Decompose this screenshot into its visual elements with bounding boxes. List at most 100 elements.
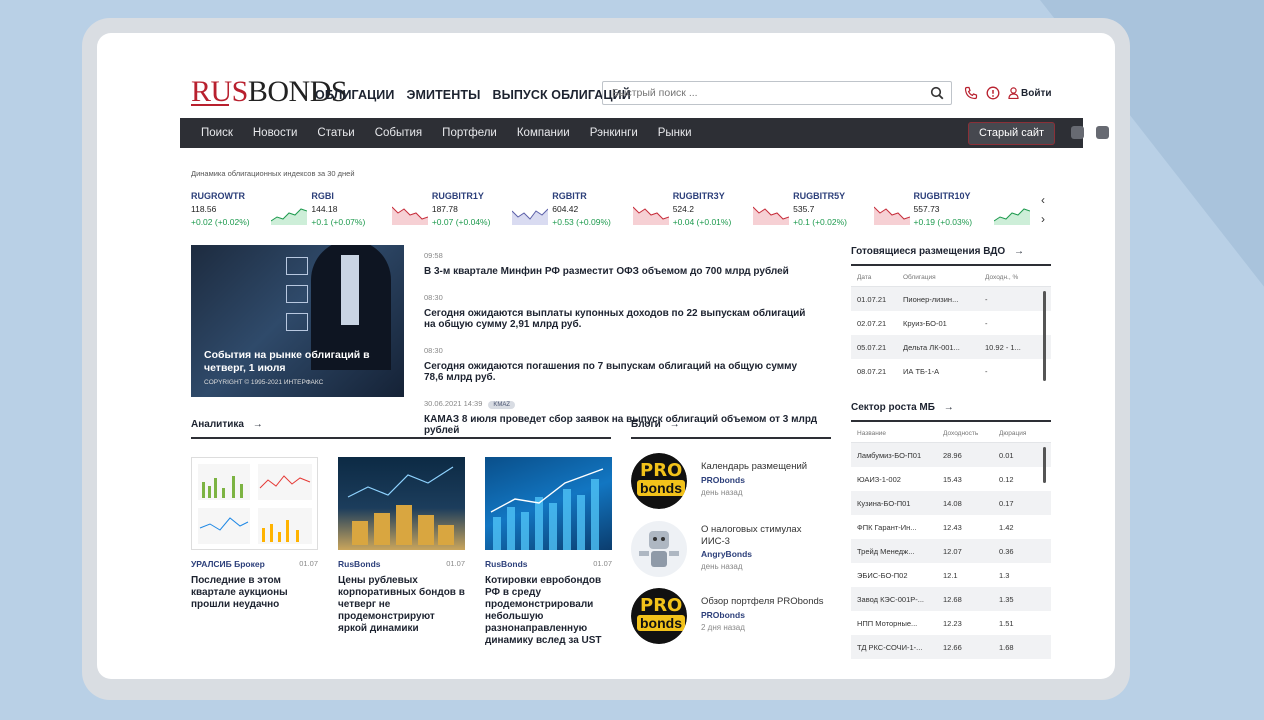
analytics-card[interactable]: RusBonds 01.07 Котировки евробондов РФ в … (485, 457, 612, 647)
news-time: 08:30 (424, 345, 443, 355)
menu-markets[interactable]: Рынки (658, 127, 692, 139)
news-headline[interactable]: Сегодня ожидаются выплаты купонных доход… (424, 308, 819, 331)
header-icons: Войти (964, 86, 1052, 100)
ticker-item[interactable]: RGBI 144.18 +0.1 (+0.07%) (311, 191, 431, 227)
ticker-item[interactable]: RUGBITR3Y 524.2 +0.04 (+0.01%) (673, 191, 793, 227)
card-title[interactable]: Котировки евробондов РФ в среду продемон… (485, 575, 612, 647)
login-button[interactable]: Войти (1008, 87, 1052, 99)
menu-articles[interactable]: Статьи (317, 127, 354, 139)
table-row[interactable]: ФПК Гарант-Ин... 12.43 1.42 (851, 515, 1051, 539)
issuer-badge[interactable]: KMAZ (488, 400, 516, 409)
blog-author[interactable]: AngryBonds (701, 549, 826, 559)
table-cell: Завод КЭС-001Р-... (857, 594, 925, 604)
market-bars-graphic (490, 468, 604, 550)
mb-table: Название Доходность Дюрация Ламбумиз-БО-… (851, 425, 1051, 659)
blog-item[interactable]: PRO bonds Обзор портфеля PRObonds PRObond… (631, 588, 831, 646)
browser-screen: RUSBONDS ОБЛИГАЦИИ ЭМИТЕНТЫ ВЫПУСК ОБЛИГ… (97, 33, 1115, 679)
blog-title[interactable]: О налоговых стимулах ИИС-3 (701, 524, 826, 547)
analytics-card[interactable]: RusBonds 01.07 Цены рублевых корпоративны… (338, 457, 465, 635)
news-time: 08:30 (424, 292, 443, 302)
phone-icon[interactable] (964, 86, 978, 100)
table-header: Дата Облигация Доходн., % (851, 269, 1051, 287)
blog-author[interactable]: PRObonds (701, 475, 826, 485)
facebook-icon[interactable] (1071, 126, 1084, 139)
vdo-heading[interactable]: Готовящиеся размещения ВДО → (851, 246, 1024, 257)
chevron-left-icon[interactable]: ‹ (1041, 191, 1045, 210)
card-source[interactable]: RusBonds (485, 559, 528, 569)
table-row[interactable]: Ламбумиз-БО-П01 28.96 0.01 (851, 443, 1051, 467)
blog-item[interactable]: PRO bonds Календарь размещений PRObonds д… (631, 453, 831, 511)
table-row[interactable]: 01.07.21 Пионер-лизин... - (851, 287, 1051, 311)
hero-copyright: COPYRIGHT © 1995-2021 ИНТЕРФАКС (204, 379, 324, 386)
top-nav: ОБЛИГАЦИИ ЭМИТЕНТЫ ВЫПУСК ОБЛИГАЦИЙ (315, 88, 631, 102)
mb-scrollbar[interactable] (1043, 447, 1046, 483)
hero-news[interactable]: События на рынке облигаций в четверг, 1 … (191, 245, 404, 397)
news-item[interactable]: 09:58 В 3-м квартале Минфин РФ разместит … (424, 245, 819, 278)
blog-time: день назад (701, 562, 743, 571)
logo-underline (191, 104, 229, 106)
ticker-item[interactable]: RUGBITR5Y 535.7 +0.1 (+0.02%) (793, 191, 913, 227)
ticker-item[interactable]: RGBITR 604.42 +0.53 (+0.09%) (552, 191, 672, 227)
card-source[interactable]: УРАЛСИБ Брокер (191, 559, 265, 569)
search-input[interactable] (603, 82, 913, 104)
menu-events[interactable]: События (375, 127, 422, 139)
news-item[interactable]: 08:30 Сегодня ожидаются выплаты купонных … (424, 287, 819, 331)
analytics-heading[interactable]: Аналитика → (191, 419, 263, 430)
menu-rankings[interactable]: Рэнкинги (590, 127, 638, 139)
probonds-avatar: PRO bonds (631, 588, 687, 644)
analytics-title: Аналитика (191, 419, 244, 430)
ticker-item[interactable]: RUGBITR1Y 187.78 +0.07 (+0.04%) (432, 191, 552, 227)
table-row[interactable]: 05.07.21 Дельта ЛК-001... 10.92 - 1... (851, 335, 1051, 359)
table-row[interactable]: 08.07.21 ИА ТБ-1-А - (851, 359, 1051, 383)
info-icon[interactable] (986, 86, 1000, 100)
news-item[interactable]: 30.06.2021 14:39 KMAZ КАМАЗ 8 июля проведе… (424, 393, 819, 437)
menu-news[interactable]: Новости (253, 127, 298, 139)
chevron-right-icon[interactable]: › (1041, 210, 1045, 229)
column-header: Дюрация (999, 430, 1027, 437)
blog-title[interactable]: Обзор портфеля PRObonds (701, 596, 826, 608)
card-title[interactable]: Последние в этом квартале аукционы прошл… (191, 575, 318, 611)
menu-portfolios[interactable]: Портфели (442, 127, 497, 139)
blog-author[interactable]: PRObonds (701, 610, 826, 620)
table-row[interactable]: Трейд Менедж... 12.07 0.36 (851, 539, 1051, 563)
nav-bonds[interactable]: ОБЛИГАЦИИ (315, 88, 394, 102)
search-icon[interactable] (930, 86, 944, 100)
table-row[interactable]: НПП Моторные... 12.23 1.51 (851, 611, 1051, 635)
menu-search[interactable]: Поиск (201, 127, 233, 139)
news-item[interactable]: 08:30 Сегодня ожидаются погашения по 7 вы… (424, 340, 819, 384)
table-row[interactable]: ТД РКС-СОЧИ-1-... 12.66 1.68 (851, 635, 1051, 659)
vdo-scrollbar[interactable] (1043, 291, 1046, 381)
table-row[interactable]: ЭБИС-БО-П02 12.1 1.3 (851, 563, 1051, 587)
blog-item[interactable]: О налоговых стимулах ИИС-3 AngryBonds де… (631, 521, 831, 579)
table-row[interactable]: Кузина-БО-П01 14.08 0.17 (851, 491, 1051, 515)
blog-title[interactable]: Календарь размещений (701, 461, 826, 473)
table-cell: 12.1 (943, 570, 958, 580)
table-cell: 08.07.21 (857, 366, 887, 376)
nav-issuers[interactable]: ЭМИТЕНТЫ (406, 88, 480, 102)
blogs-title: Блоги (631, 419, 661, 430)
column-header: Доходн., % (985, 274, 1019, 281)
main-menu: Поиск Новости Статьи События Портфели Ко… (180, 118, 1109, 148)
analytics-card[interactable]: УРАЛСИБ Брокер 01.07 Последние в этом ква… (191, 457, 318, 611)
table-cell: 1.35 (999, 594, 1014, 604)
news-headline[interactable]: КАМАЗ 8 июля проведет сбор заявок на вып… (424, 414, 819, 437)
news-time: 09:58 (424, 251, 443, 260)
ticker-item[interactable]: RUGROWTR 118.56 +0.02 (+0.02%) (191, 191, 311, 227)
social-links (1071, 126, 1115, 139)
news-headline[interactable]: В 3-м квартале Минфин РФ разместит ОФЗ о… (424, 266, 819, 278)
blogs-heading[interactable]: Блоги → (631, 419, 680, 430)
card-title[interactable]: Цены рублевых корпоративных бондов в чет… (338, 575, 465, 635)
coins-thumbnail (338, 457, 465, 550)
table-row[interactable]: Завод КЭС-001Р-... 12.68 1.35 (851, 587, 1051, 611)
menu-companies[interactable]: Компании (517, 127, 570, 139)
ticker-nav: ‹ › (1041, 191, 1045, 229)
news-headline[interactable]: Сегодня ожидаются погашения по 7 выпуска… (424, 361, 819, 384)
card-source[interactable]: RusBonds (338, 559, 381, 569)
old-site-button[interactable]: Старый сайт (968, 122, 1056, 145)
sparkline (993, 208, 1030, 225)
table-row[interactable]: 02.07.21 Круиз-БО-01 - (851, 311, 1051, 335)
ticker-item[interactable]: RUGBITR10Y 557.73 +0.19 (+0.03%) (914, 191, 1034, 227)
mb-heading[interactable]: Сектор роста МБ → (851, 402, 954, 413)
table-row[interactable]: ЮАИЗ-1-002 15.43 0.12 (851, 467, 1051, 491)
youtube-icon[interactable] (1096, 126, 1109, 139)
